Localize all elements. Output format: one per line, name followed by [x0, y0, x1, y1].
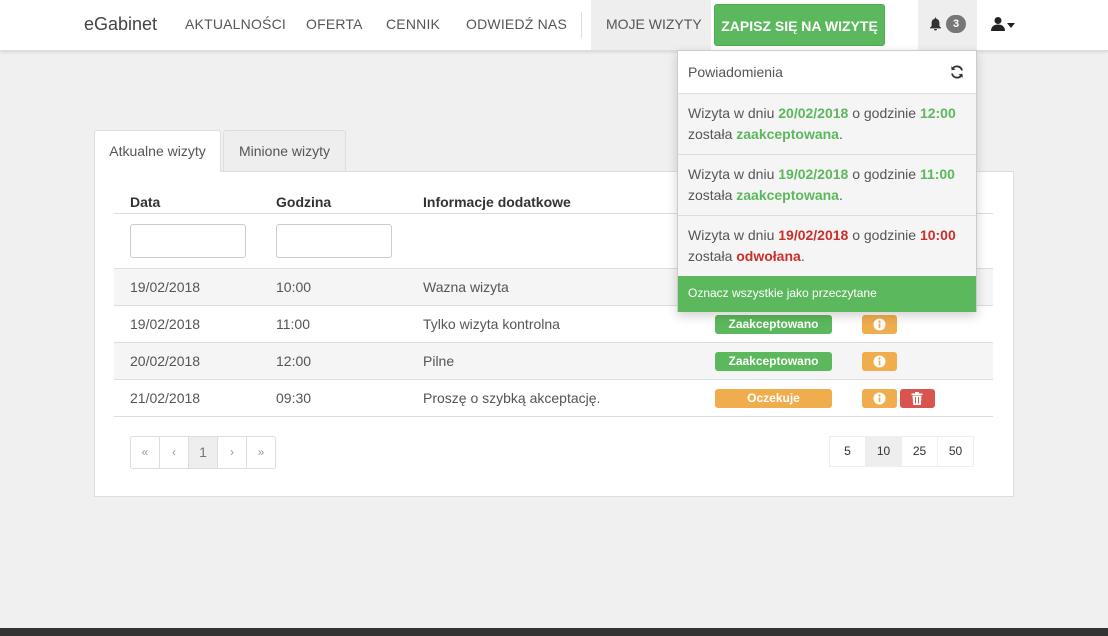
user-icon	[991, 17, 1005, 31]
page-size-10[interactable]: 10	[865, 436, 902, 467]
notification-date: 19/02/2018	[778, 227, 849, 243]
notification-time: 10:00	[919, 227, 956, 243]
info-button[interactable]	[862, 389, 897, 408]
pagination-next[interactable]: ›	[217, 436, 247, 469]
nav-link-my-visits-label: MOJE WIZYTY	[606, 16, 702, 32]
nav-divider	[581, 12, 582, 38]
pagination-last[interactable]: »	[246, 436, 276, 469]
row-info: Proszę o szybką akceptację.	[423, 390, 601, 406]
pagination: « ‹ 1 › »	[130, 436, 276, 469]
info-button[interactable]	[862, 315, 897, 334]
navbar: eGabinet AKTUALNOŚCI OFERTA CENNIK ODWIE…	[0, 0, 1108, 51]
notification-status: odwołana	[736, 248, 801, 264]
mark-all-read-label: Oznacz wszystkie jako przeczytane	[688, 286, 877, 300]
notification-item[interactable]: Wizyta w dniu 19/02/2018 o godzinie 10:0…	[678, 215, 976, 276]
page-size-selector: 5 10 25 50	[829, 436, 974, 467]
status-badge: Oczekuje	[715, 389, 832, 408]
row-date: 21/02/2018	[130, 390, 201, 406]
row-info: Wazna wizyta	[423, 279, 509, 295]
nav-link-news[interactable]: AKTUALNOŚCI	[185, 16, 286, 32]
notification-line: Wizyta w dniu 20/02/2018 o godzinie 12:0…	[688, 105, 956, 121]
user-menu[interactable]	[990, 16, 1018, 34]
column-header-time[interactable]: Godzina	[276, 194, 331, 210]
pagination-first[interactable]: «	[130, 436, 160, 469]
notifications-toggle[interactable]: 3	[918, 0, 977, 50]
time-filter-input[interactable]	[276, 224, 392, 258]
notification-line: została zaakceptowana.	[688, 187, 843, 203]
tab-current-visits[interactable]: Atkualne wizyty	[94, 130, 221, 172]
page-size-25[interactable]: 25	[901, 436, 938, 467]
info-icon	[873, 392, 886, 405]
notifications-dropdown: Powiadomienia Wizyta w dniu 20/02/2018 o…	[677, 50, 977, 312]
column-header-info[interactable]: Informacje dodatkowe	[423, 194, 571, 210]
column-header-date[interactable]: Data	[130, 194, 160, 210]
nav-link-offer[interactable]: OFERTA	[306, 16, 363, 32]
status-badge: Zaakceptowano	[715, 315, 832, 334]
notification-time: 12:00	[919, 105, 956, 121]
nav-link-my-visits[interactable]: MOJE WIZYTY	[591, 0, 711, 50]
page-size-50[interactable]: 50	[937, 436, 974, 467]
nav-link-visit-us[interactable]: ODWIEDŹ NAS	[466, 16, 567, 32]
pagination-prev[interactable]: ‹	[159, 436, 189, 469]
notification-line: Wizyta w dniu 19/02/2018 o godzinie 11:0…	[688, 166, 955, 182]
info-icon	[873, 355, 886, 368]
nav-link-prices[interactable]: CENNIK	[386, 16, 440, 32]
date-filter-input[interactable]	[130, 224, 246, 258]
notification-item[interactable]: Wizyta w dniu 19/02/2018 o godzinie 11:0…	[678, 154, 976, 215]
notification-line: została zaakceptowana.	[688, 126, 843, 142]
notifications-title: Powiadomienia	[688, 64, 783, 80]
notification-time: 11:00	[919, 166, 955, 182]
row-date: 19/02/2018	[130, 279, 201, 295]
refresh-icon[interactable]	[950, 65, 964, 79]
table-row: 21/02/2018 09:30 Proszę o szybką akcepta…	[114, 379, 993, 417]
notification-date: 20/02/2018	[778, 105, 849, 121]
notification-item[interactable]: Wizyta w dniu 20/02/2018 o godzinie 12:0…	[678, 93, 976, 154]
row-date: 19/02/2018	[130, 316, 201, 332]
tab-past-visits[interactable]: Minione wizyty	[223, 130, 346, 172]
status-badge: Zaakceptowano	[715, 352, 832, 371]
row-time: 12:00	[276, 353, 312, 369]
row-info: Pilne	[423, 353, 455, 369]
info-button[interactable]	[862, 352, 897, 371]
row-info: Tylko wizyta kontrolna	[423, 316, 560, 332]
mark-all-read-button[interactable]: Oznacz wszystkie jako przeczytane	[678, 276, 976, 312]
footer-bar	[0, 628, 1108, 636]
delete-button[interactable]	[900, 389, 935, 408]
caret-down-icon	[1007, 23, 1015, 28]
row-time: 09:30	[276, 390, 312, 406]
page-size-5[interactable]: 5	[829, 436, 866, 467]
book-visit-button[interactable]: ZAPISZ SIĘ NA WIZYTĘ	[714, 4, 885, 46]
row-time: 10:00	[276, 279, 312, 295]
notification-date: 19/02/2018	[778, 166, 849, 182]
bell-icon	[930, 17, 941, 31]
notification-status: zaakceptowana	[736, 126, 839, 142]
table-row: 20/02/2018 12:00 Pilne Zaakceptowano	[114, 342, 993, 379]
row-date: 20/02/2018	[130, 353, 201, 369]
info-icon	[873, 318, 886, 331]
pagination-page-current[interactable]: 1	[188, 436, 218, 469]
notification-count-badge: 3	[946, 15, 966, 33]
row-time: 11:00	[276, 316, 310, 332]
notification-line: została odwołana.	[688, 248, 805, 264]
trash-icon	[911, 392, 923, 405]
brand-logo[interactable]: eGabinet	[84, 14, 157, 35]
notification-status: zaakceptowana	[736, 187, 839, 203]
notification-line: Wizyta w dniu 19/02/2018 o godzinie 10:0…	[688, 227, 956, 243]
